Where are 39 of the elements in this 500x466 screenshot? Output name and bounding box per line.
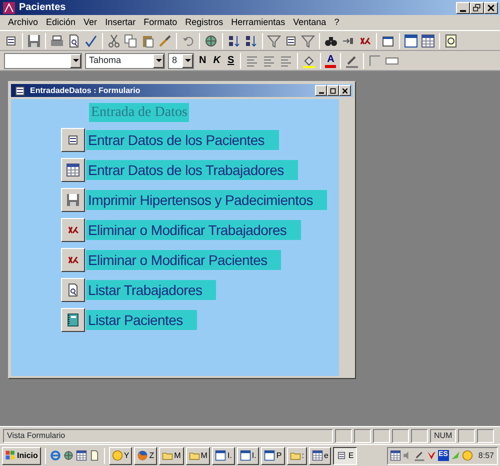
status-text: Vista Formulario (3, 428, 333, 442)
menu-item[interactable]: Ventana (293, 16, 326, 30)
button-caption: Eliminar o Modificar Trabajadores (86, 220, 301, 240)
menu-item[interactable]: Ver (84, 16, 98, 30)
start-button[interactable]: Inicio (2, 446, 41, 464)
font-size-combo[interactable]: 8 (168, 52, 194, 68)
menu-item[interactable]: Formato (144, 16, 178, 30)
taskbar-button[interactable]: M (159, 446, 184, 464)
taskbar-button[interactable]: M (186, 446, 210, 464)
taskbar-button[interactable]: E (333, 446, 357, 464)
bold-button[interactable]: N (197, 53, 208, 68)
button-caption: Entrar Datos de los Trabajadores (86, 160, 298, 180)
taskbar-button[interactable]: Z (134, 446, 158, 464)
num-lock-indicator: NUM (430, 428, 456, 442)
form-title: EntradadeDatos : Formulario (30, 84, 140, 96)
font-color-button[interactable]: A (325, 54, 336, 68)
taskbar-button[interactable]: I. (212, 446, 235, 464)
menu-item[interactable]: Archivo (8, 16, 38, 30)
button-caption: Listar Trabajadores (86, 280, 216, 300)
menu-item[interactable]: Insertar (105, 16, 136, 30)
button-caption: Listar Pacientes (86, 310, 197, 330)
form-heading: Entrada de Datos (89, 103, 190, 122)
taskbar-button[interactable]: e (308, 446, 332, 464)
clock: 8:57 (478, 450, 494, 462)
menu-item[interactable]: Registros (185, 16, 224, 30)
taskbar-button[interactable]: : (286, 446, 307, 464)
taskbar-button[interactable]: Y (108, 446, 132, 464)
button-caption: Eliminar o Modificar Pacientes (86, 250, 282, 270)
button-caption: Imprimir Hipertensos y Padecimientos (86, 190, 327, 210)
taskbar-button[interactable]: P (261, 446, 285, 464)
button-caption: Entrar Datos de los Pacientes (86, 130, 279, 150)
taskbar-button[interactable]: I. (236, 446, 260, 464)
menu-item[interactable]: Herramientas (231, 16, 286, 30)
menu-item[interactable]: ? (334, 16, 340, 30)
font-combo[interactable]: Tahoma (85, 52, 165, 68)
menu-item[interactable]: Edición (46, 16, 76, 30)
underline-button[interactable]: S (225, 53, 236, 68)
italic-button[interactable]: K (211, 53, 222, 68)
window-title: Pacientes (19, 1, 66, 15)
